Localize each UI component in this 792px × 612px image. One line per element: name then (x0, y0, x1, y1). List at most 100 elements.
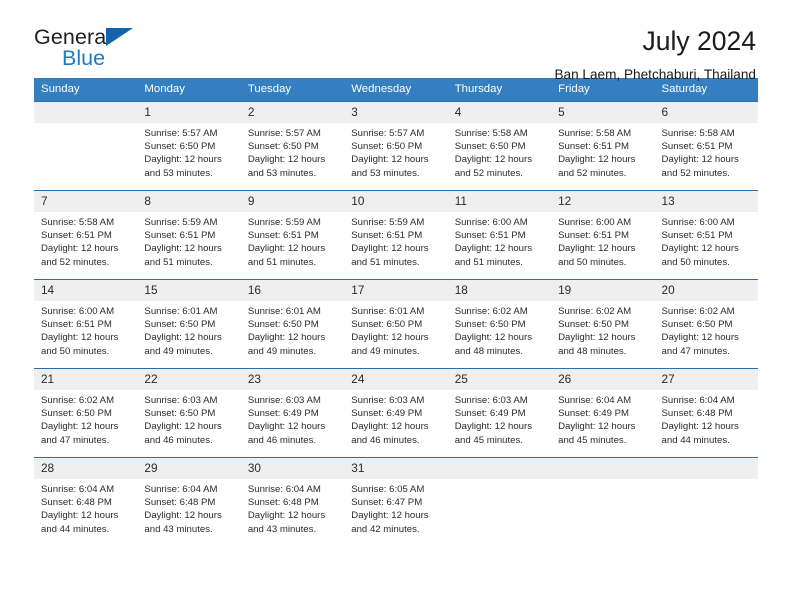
day-details: Sunrise: 6:02 AM Sunset: 6:50 PM Dayligh… (454, 306, 533, 357)
general-blue-logo[interactable]: General Blue (34, 26, 154, 78)
day-details: Sunrise: 6:00 AM Sunset: 6:51 PM Dayligh… (454, 217, 533, 268)
day-number: 18 (447, 280, 552, 301)
day-details: Sunrise: 6:02 AM Sunset: 6:50 PM Dayligh… (661, 306, 739, 357)
day-details: Sunrise: 6:04 AM Sunset: 6:48 PM Dayligh… (661, 395, 739, 446)
day-cell[interactable]: 14 Sunrise: 6:00 AM Sunset: 6:51 PM Dayli… (34, 279, 138, 369)
week-row: 1 Sunrise: 5:57 AM Sunset: 6:50 PM Daylig… (34, 101, 758, 191)
logo-triangle-icon (106, 28, 133, 46)
day-details: Sunrise: 6:03 AM Sunset: 6:50 PM Dayligh… (144, 395, 222, 446)
day-details: Sunrise: 5:57 AM Sunset: 6:50 PM Dayligh… (351, 128, 429, 179)
day-number: 24 (344, 369, 448, 390)
day-cell[interactable]: 12 Sunrise: 6:00 AM Sunset: 6:51 PM Dayli… (551, 190, 655, 280)
day-cell[interactable]: 5 Sunrise: 5:58 AM Sunset: 6:51 PM Daylig… (551, 101, 655, 191)
day-details: Sunrise: 6:03 AM Sunset: 6:49 PM Dayligh… (351, 395, 429, 446)
day-details: Sunrise: 6:05 AM Sunset: 6:47 PM Dayligh… (351, 484, 429, 535)
day-number: 3 (344, 102, 448, 123)
day-number: 28 (34, 458, 138, 479)
day-details (448, 479, 551, 483)
day-cell[interactable]: 13 Sunrise: 6:00 AM Sunset: 6:51 PM Dayli… (654, 190, 758, 280)
weekday-header-monday: Monday (137, 78, 241, 102)
day-number (447, 458, 552, 479)
week-row: 14 Sunrise: 6:00 AM Sunset: 6:51 PM Dayli… (34, 279, 758, 369)
day-cell[interactable]: 4 Sunrise: 5:58 AM Sunset: 6:50 PM Daylig… (447, 101, 552, 191)
day-number: 7 (34, 191, 138, 212)
day-cell[interactable]: 24 Sunrise: 6:03 AM Sunset: 6:49 PM Dayli… (344, 368, 448, 458)
day-number: 14 (34, 280, 138, 301)
day-details: Sunrise: 5:58 AM Sunset: 6:50 PM Dayligh… (454, 128, 533, 179)
page-title: July 2024 (642, 26, 756, 56)
day-details: Sunrise: 6:00 AM Sunset: 6:51 PM Dayligh… (41, 306, 119, 357)
day-number (34, 102, 138, 123)
week-row: 21 Sunrise: 6:02 AM Sunset: 6:50 PM Dayli… (34, 368, 758, 458)
day-number: 29 (137, 458, 241, 479)
day-cell[interactable] (654, 457, 758, 547)
day-details: Sunrise: 5:59 AM Sunset: 6:51 PM Dayligh… (351, 217, 429, 268)
day-number: 1 (137, 102, 241, 123)
day-number: 10 (344, 191, 448, 212)
day-cell[interactable]: 9 Sunrise: 5:59 AM Sunset: 6:51 PM Daylig… (240, 190, 345, 280)
day-cell[interactable]: 10 Sunrise: 5:59 AM Sunset: 6:51 PM Dayli… (344, 190, 448, 280)
day-cell[interactable]: 20 Sunrise: 6:02 AM Sunset: 6:50 PM Dayli… (654, 279, 758, 369)
day-number: 5 (551, 102, 655, 123)
day-number: 21 (34, 369, 138, 390)
day-details: Sunrise: 6:01 AM Sunset: 6:50 PM Dayligh… (247, 306, 326, 357)
day-cell[interactable]: 19 Sunrise: 6:02 AM Sunset: 6:50 PM Dayli… (551, 279, 655, 369)
day-cell[interactable]: 31 Sunrise: 6:05 AM Sunset: 6:47 PM Dayli… (344, 457, 448, 547)
day-details: Sunrise: 5:58 AM Sunset: 6:51 PM Dayligh… (558, 128, 636, 179)
weekday-header-tuesday: Tuesday (240, 78, 345, 102)
week-row: 28 Sunrise: 6:04 AM Sunset: 6:48 PM Dayli… (34, 457, 758, 547)
day-details: Sunrise: 6:04 AM Sunset: 6:49 PM Dayligh… (558, 395, 636, 446)
day-number: 22 (137, 369, 241, 390)
title-block: July 2024 Ban Laem, Phetchaburi, Thailan… (554, 26, 756, 83)
day-number: 8 (137, 191, 241, 212)
day-details: Sunrise: 6:03 AM Sunset: 6:49 PM Dayligh… (454, 395, 533, 446)
week-row: 7 Sunrise: 5:58 AM Sunset: 6:51 PM Daylig… (34, 190, 758, 280)
day-cell[interactable]: 29 Sunrise: 6:04 AM Sunset: 6:48 PM Dayli… (137, 457, 241, 547)
day-number: 13 (654, 191, 758, 212)
day-cell[interactable]: 8 Sunrise: 5:59 AM Sunset: 6:51 PM Daylig… (137, 190, 241, 280)
day-cell[interactable]: 22 Sunrise: 6:03 AM Sunset: 6:50 PM Dayli… (137, 368, 241, 458)
day-details: Sunrise: 5:59 AM Sunset: 6:51 PM Dayligh… (144, 217, 222, 268)
day-details (655, 479, 758, 483)
day-details (551, 479, 654, 483)
day-cell[interactable]: 25 Sunrise: 6:03 AM Sunset: 6:49 PM Dayli… (447, 368, 552, 458)
day-cell[interactable] (447, 457, 552, 547)
day-cell[interactable]: 1 Sunrise: 5:57 AM Sunset: 6:50 PM Daylig… (137, 101, 241, 191)
day-cell[interactable]: 18 Sunrise: 6:02 AM Sunset: 6:50 PM Dayli… (447, 279, 552, 369)
day-cell[interactable] (34, 101, 138, 191)
day-cell[interactable]: 27 Sunrise: 6:04 AM Sunset: 6:48 PM Dayli… (654, 368, 758, 458)
day-number: 26 (551, 369, 655, 390)
day-number: 20 (654, 280, 758, 301)
day-cell[interactable]: 16 Sunrise: 6:01 AM Sunset: 6:50 PM Dayli… (240, 279, 345, 369)
day-cell[interactable]: 26 Sunrise: 6:04 AM Sunset: 6:49 PM Dayli… (551, 368, 655, 458)
day-cell[interactable]: 3 Sunrise: 5:57 AM Sunset: 6:50 PM Daylig… (344, 101, 448, 191)
day-number: 4 (447, 102, 552, 123)
day-number: 2 (240, 102, 345, 123)
day-number: 16 (240, 280, 345, 301)
day-cell[interactable]: 21 Sunrise: 6:02 AM Sunset: 6:50 PM Dayli… (34, 368, 138, 458)
day-details: Sunrise: 5:58 AM Sunset: 6:51 PM Dayligh… (661, 128, 739, 179)
day-cell[interactable]: 17 Sunrise: 6:01 AM Sunset: 6:50 PM Dayli… (344, 279, 448, 369)
day-cell[interactable]: 15 Sunrise: 6:01 AM Sunset: 6:50 PM Dayli… (137, 279, 241, 369)
day-details: Sunrise: 6:00 AM Sunset: 6:51 PM Dayligh… (661, 217, 739, 268)
day-cell[interactable]: 7 Sunrise: 5:58 AM Sunset: 6:51 PM Daylig… (34, 190, 138, 280)
day-cell[interactable]: 11 Sunrise: 6:00 AM Sunset: 6:51 PM Dayli… (447, 190, 552, 280)
day-cell[interactable]: 2 Sunrise: 5:57 AM Sunset: 6:50 PM Daylig… (240, 101, 345, 191)
day-number: 19 (551, 280, 655, 301)
page-header: General Blue July 2024 Ban Laem, Phetcha… (0, 0, 792, 82)
day-cell[interactable]: 23 Sunrise: 6:03 AM Sunset: 6:49 PM Dayli… (240, 368, 345, 458)
day-details: Sunrise: 6:03 AM Sunset: 6:49 PM Dayligh… (247, 395, 326, 446)
day-cell[interactable] (551, 457, 655, 547)
day-cell[interactable]: 30 Sunrise: 6:04 AM Sunset: 6:48 PM Dayli… (240, 457, 345, 547)
day-cell[interactable]: 28 Sunrise: 6:04 AM Sunset: 6:48 PM Dayli… (34, 457, 138, 547)
logo-text-general: General (34, 25, 112, 49)
day-cell[interactable]: 6 Sunrise: 5:58 AM Sunset: 6:51 PM Daylig… (654, 101, 758, 191)
day-details: Sunrise: 6:00 AM Sunset: 6:51 PM Dayligh… (558, 217, 636, 268)
day-number: 27 (654, 369, 758, 390)
day-details: Sunrise: 6:01 AM Sunset: 6:50 PM Dayligh… (144, 306, 222, 357)
day-details: Sunrise: 5:57 AM Sunset: 6:50 PM Dayligh… (144, 128, 222, 179)
calendar-body: 1 Sunrise: 5:57 AM Sunset: 6:50 PM Daylig… (34, 101, 758, 547)
day-number: 12 (551, 191, 655, 212)
day-details: Sunrise: 6:04 AM Sunset: 6:48 PM Dayligh… (247, 484, 326, 535)
day-details: Sunrise: 6:02 AM Sunset: 6:50 PM Dayligh… (558, 306, 636, 357)
